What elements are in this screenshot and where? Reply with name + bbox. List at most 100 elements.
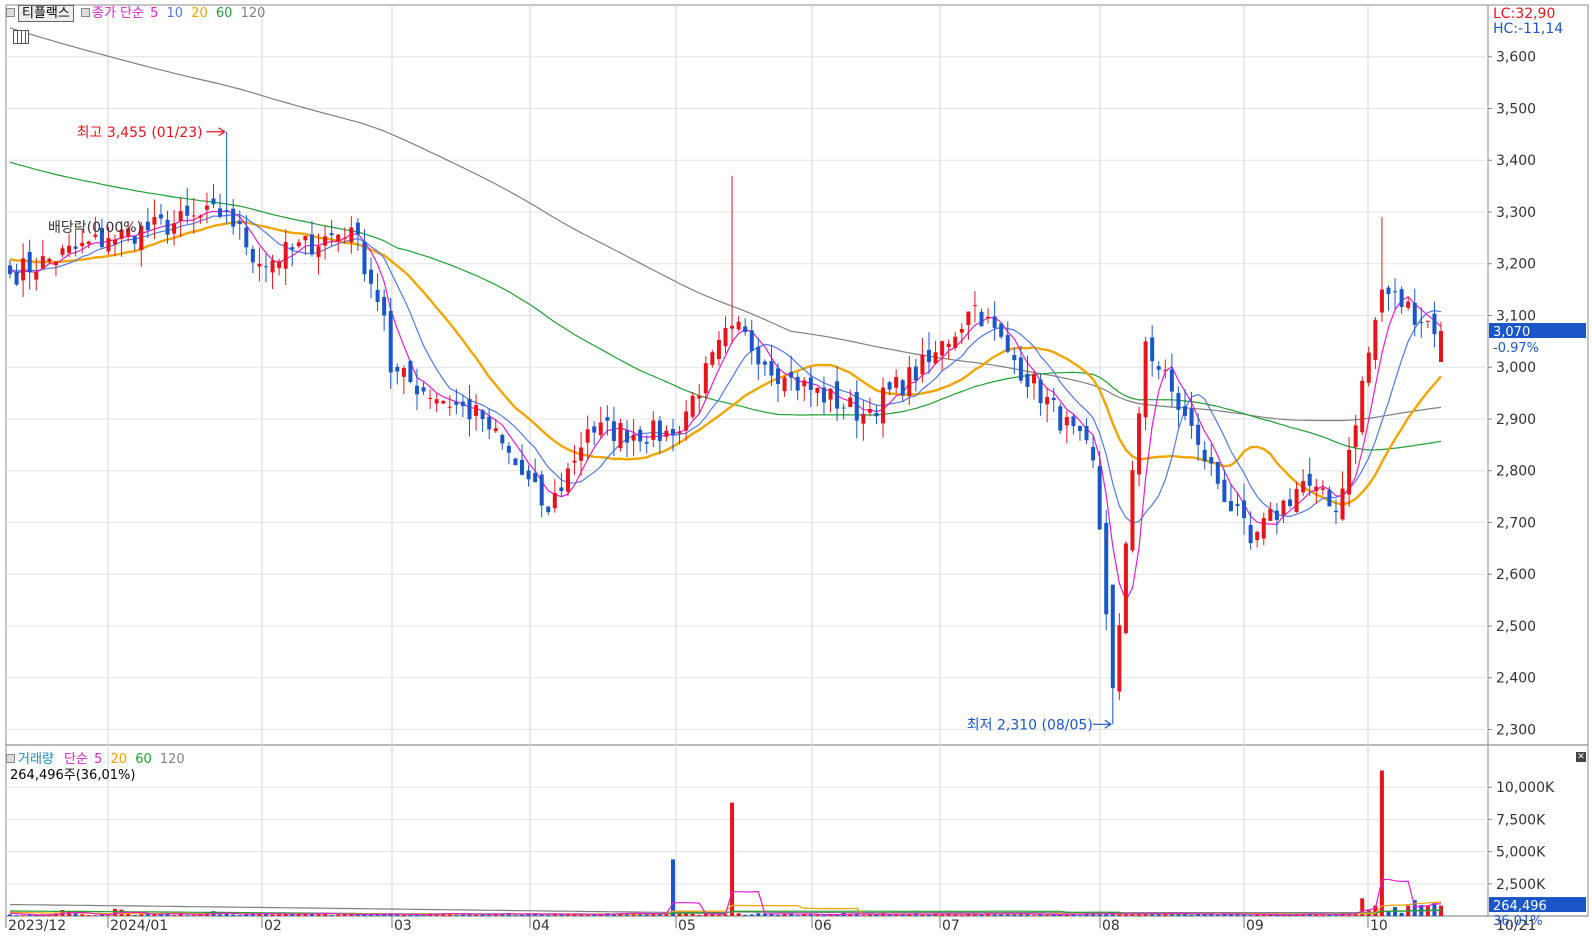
candle-body	[1215, 461, 1220, 484]
candle-body	[1268, 509, 1273, 521]
square-icon	[6, 754, 15, 763]
candle-body	[1077, 425, 1082, 431]
candle-body	[677, 431, 682, 434]
volume-bar	[874, 914, 879, 916]
candle-body	[854, 391, 859, 421]
volume-bar	[106, 915, 111, 916]
volume-bar	[329, 915, 334, 916]
candle-body	[1419, 322, 1424, 324]
candle-body	[907, 367, 912, 397]
candle-body	[887, 382, 892, 390]
candle-body	[1393, 291, 1398, 293]
candle-body	[1084, 425, 1089, 441]
volume-bar	[585, 915, 590, 916]
candle	[513, 457, 518, 466]
candle-body	[926, 349, 931, 363]
candle-body	[651, 420, 656, 440]
candle-body	[959, 328, 964, 333]
stock-name-box[interactable]: 티플랙스	[18, 5, 74, 22]
volume-bar	[172, 915, 177, 916]
candle-body	[1255, 531, 1260, 541]
candle-body	[67, 245, 72, 253]
candle	[690, 392, 695, 419]
candle-body	[53, 261, 58, 266]
candle-body	[414, 385, 419, 395]
candle-body	[1045, 397, 1050, 405]
x-tick-label: 2024/01	[110, 918, 168, 934]
candle-body	[1288, 499, 1293, 507]
candle-body	[1202, 449, 1207, 462]
volume-current: 264,496주(36,01%)	[10, 768, 136, 783]
candle-body	[539, 474, 544, 506]
y-tick-label: 2,800	[1496, 464, 1536, 480]
candle-body	[1406, 301, 1411, 308]
candle	[618, 418, 623, 452]
stock-chart[interactable]: 3,600 3,500 3,400 3,300 3,200 3,100 3,000 2,900…	[0, 0, 1592, 950]
volume-bar	[546, 914, 551, 916]
candle-body	[841, 407, 846, 409]
candle-body	[933, 352, 938, 364]
grid-table-icon[interactable]	[13, 30, 29, 44]
volume-bar	[1077, 915, 1082, 916]
volume-bar	[408, 914, 413, 916]
candle-body	[835, 381, 840, 409]
candle-body	[106, 237, 111, 252]
candle-body	[1091, 446, 1096, 461]
volume-bar	[14, 915, 19, 916]
candle-body	[1169, 369, 1174, 392]
candle-body	[382, 296, 387, 316]
y-tick-label: 3,500	[1496, 101, 1536, 117]
volume-bar	[670, 859, 675, 916]
candle-body	[1281, 500, 1286, 515]
candle-body	[1360, 380, 1365, 433]
candle-body	[520, 459, 525, 475]
candle-body	[776, 368, 781, 385]
close-pane-icon[interactable]: ✕	[1576, 752, 1586, 762]
candle-body	[487, 416, 492, 430]
y-tick-label: 3,300	[1496, 205, 1536, 221]
candle-body	[454, 401, 459, 405]
volume-bar	[1045, 915, 1050, 916]
price-legend: 티플랙스 종가 단순 5 10 20 60 120	[6, 5, 265, 22]
candle-body	[618, 423, 623, 449]
candle-body	[270, 260, 275, 273]
volume-bar	[1189, 914, 1194, 916]
candle-body	[336, 234, 341, 242]
volume-bar	[113, 908, 118, 916]
volume-ma-label: 단순	[64, 752, 88, 767]
volume-bar	[749, 914, 754, 916]
volume-bar	[270, 914, 275, 916]
volume-label: 거래량	[18, 752, 54, 767]
candle-body	[408, 361, 413, 383]
candle-body	[940, 341, 945, 356]
candle-body	[303, 235, 308, 241]
volume-bar	[67, 911, 72, 916]
candle-body	[559, 487, 564, 491]
candle-body	[500, 434, 505, 444]
candle	[1104, 509, 1109, 631]
volume-bar	[126, 913, 131, 916]
candle-body	[1051, 397, 1056, 401]
candle-body	[1353, 425, 1358, 448]
candle-body	[244, 227, 249, 248]
volume-bar	[1399, 912, 1404, 916]
y-tick-label: 2,900	[1496, 412, 1536, 428]
volume-bar	[1320, 915, 1325, 916]
candle-body	[191, 215, 196, 217]
volume-bar	[579, 914, 584, 916]
candle-body	[290, 247, 295, 250]
candle-body	[638, 429, 643, 442]
candle-body	[1248, 525, 1253, 544]
vma60-label: 60	[135, 752, 152, 767]
candle	[1360, 376, 1365, 436]
volume-bar	[756, 913, 761, 916]
candle-body	[821, 387, 826, 403]
candle-body	[986, 316, 991, 319]
y-tick-label: 2,300	[1496, 722, 1536, 738]
volume-bar	[697, 914, 702, 916]
candle	[1366, 346, 1371, 387]
candle-body	[920, 355, 925, 375]
candle-body	[309, 234, 314, 255]
volume-bar	[401, 914, 406, 916]
ma60-label: 60	[215, 6, 233, 21]
